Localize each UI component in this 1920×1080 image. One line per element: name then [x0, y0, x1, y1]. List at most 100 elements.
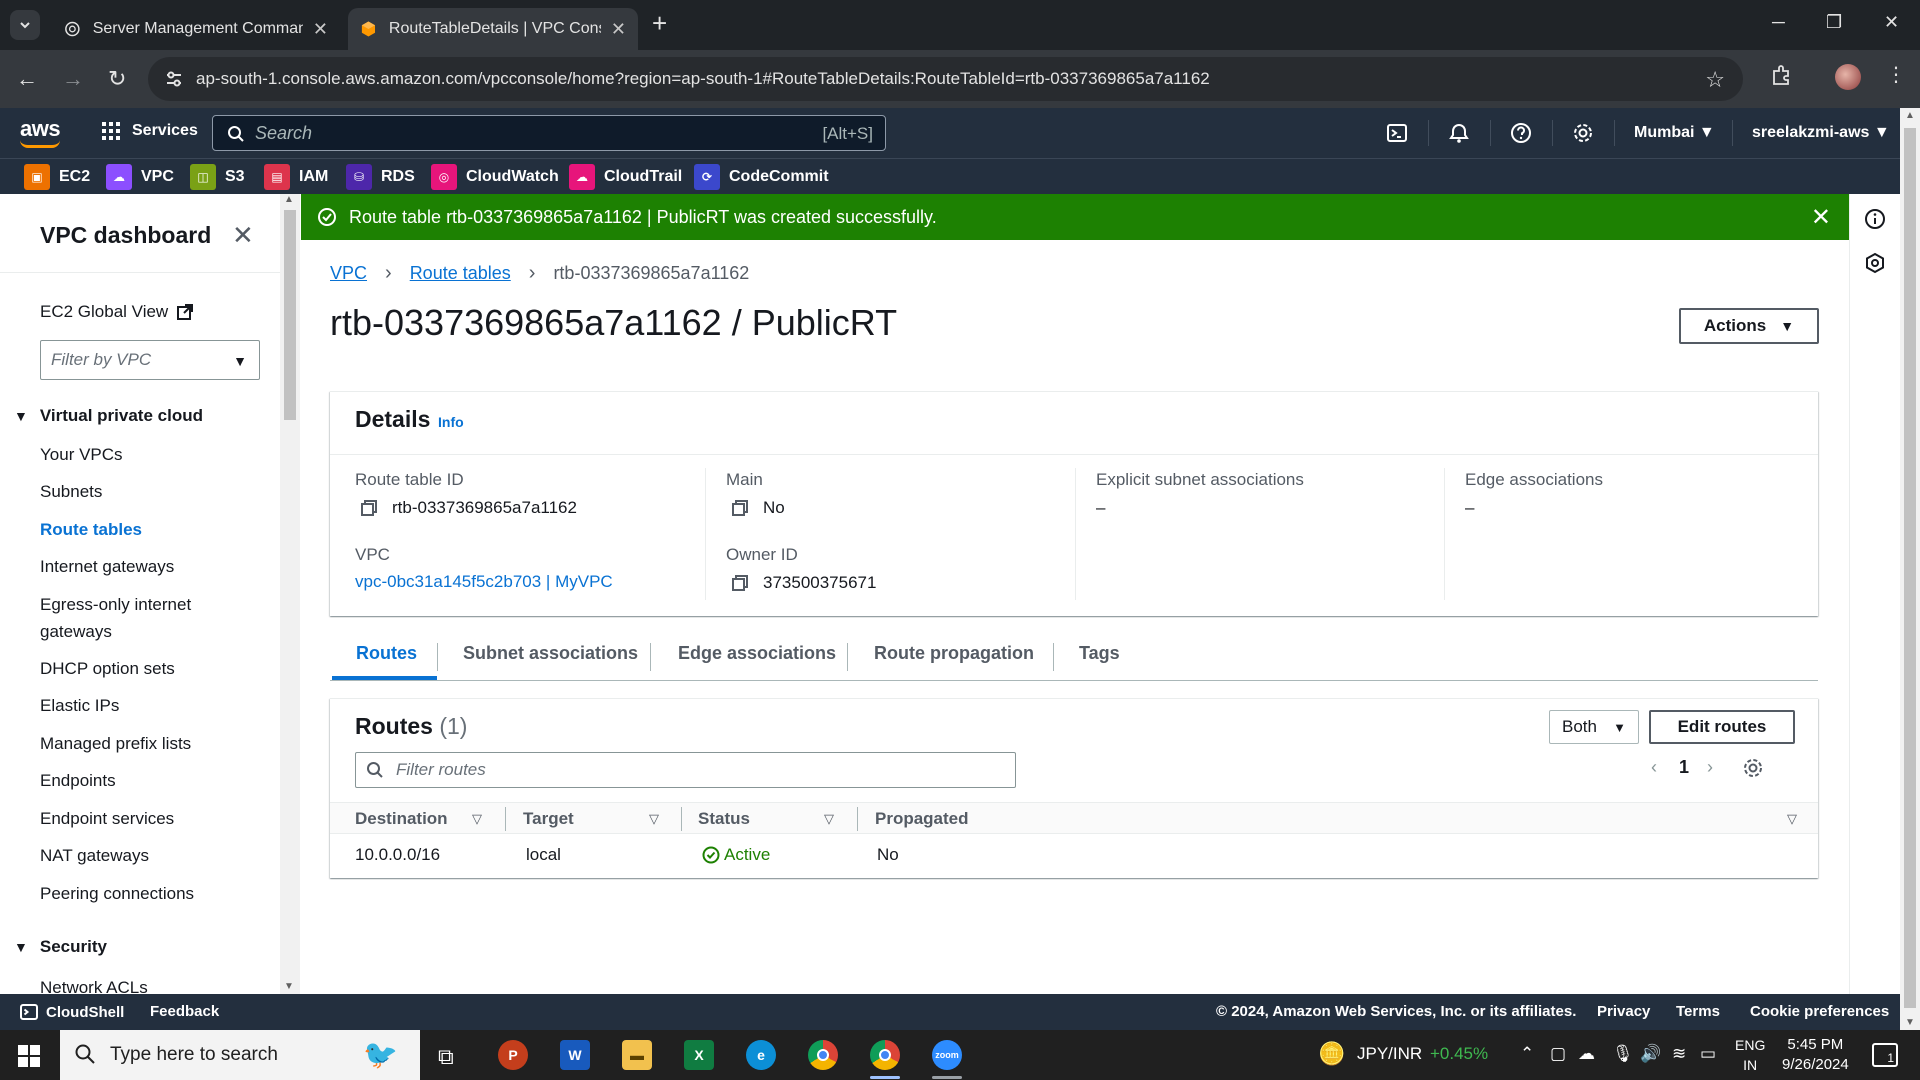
taskbar-search-box[interactable]: Type here to search 🐦 [60, 1030, 420, 1080]
battery-icon[interactable]: ▭ [1700, 1044, 1716, 1064]
favorite-cloudtrail[interactable]: ☁ CloudTrail [569, 164, 682, 190]
column-header-propagated[interactable]: Propagated [875, 809, 969, 829]
sort-icon[interactable]: ▽ [824, 811, 834, 827]
aws-logo[interactable]: aws [20, 116, 61, 148]
column-resizer[interactable] [857, 807, 858, 831]
tab-close-icon[interactable]: ✕ [313, 19, 328, 40]
restore-icon[interactable]: ❐ [1826, 12, 1842, 33]
word-icon[interactable]: W [560, 1040, 590, 1070]
column-resizer[interactable] [505, 807, 506, 831]
settings-gear-icon[interactable] [1572, 122, 1594, 144]
windows-start-icon[interactable] [18, 1045, 40, 1067]
cloudshell-icon[interactable] [1386, 122, 1408, 144]
sidebar-item-network-acls[interactable]: Network ACLs [40, 974, 240, 994]
speaker-icon[interactable]: 🔊 [1640, 1044, 1661, 1064]
wifi-icon[interactable]: ≋ [1672, 1044, 1686, 1064]
file-explorer-icon[interactable]: ▬ [622, 1040, 652, 1070]
sidebar-item-endpoint-services[interactable]: Endpoint services [40, 805, 240, 832]
page-scroll-thumb[interactable] [1904, 128, 1916, 1008]
sidebar-item-dhcp-option-sets[interactable]: DHCP option sets [40, 655, 240, 682]
tab-subnet-associations[interactable]: Subnet associations [463, 643, 638, 664]
sidebar-item-internet-gateways[interactable]: Internet gateways [40, 553, 240, 580]
info-panel-icon[interactable] [1864, 208, 1886, 230]
new-tab-button[interactable]: + [652, 8, 667, 39]
feedback-link[interactable]: Feedback [150, 1003, 219, 1020]
breadcrumb-route-tables[interactable]: Route tables [410, 263, 511, 284]
sort-icon[interactable]: ▽ [472, 811, 482, 827]
cookie-preferences-link[interactable]: Cookie preferences [1750, 1003, 1889, 1020]
onedrive-cloud-icon[interactable]: ☁ [1578, 1044, 1595, 1064]
sidebar-item-managed-prefix-lists[interactable]: Managed prefix lists [40, 730, 240, 757]
vpc-link[interactable]: vpc-0bc31a145f5c2b703 | MyVPC [355, 572, 613, 592]
favorite-codecommit[interactable]: ⟳ CodeCommit [694, 164, 829, 190]
pagination-prev-icon[interactable]: ‹ [1651, 757, 1657, 778]
tab-tags[interactable]: Tags [1079, 643, 1120, 664]
route-type-select[interactable]: Both ▼ [1549, 710, 1639, 744]
browser-menu-icon[interactable]: ⋮ [1886, 62, 1906, 87]
bookmark-star-icon[interactable]: ☆ [1705, 67, 1725, 93]
scroll-down-arrow-icon[interactable]: ▼ [1905, 1017, 1915, 1028]
info-link[interactable]: Info [438, 414, 464, 430]
sidebar-item-peering-connections[interactable]: Peering connections [40, 880, 240, 907]
ec2-global-view-link[interactable]: EC2 Global View [40, 302, 194, 322]
sidebar-item-elastic-ips[interactable]: Elastic IPs [40, 692, 240, 719]
favorite-s3[interactable]: ◫ S3 [190, 164, 245, 190]
scroll-up-arrow-icon[interactable]: ▲ [1905, 110, 1915, 121]
privacy-link[interactable]: Privacy [1597, 1003, 1650, 1020]
favorite-rds[interactable]: ⛁ RDS [346, 164, 415, 190]
table-preferences-gear-icon[interactable] [1742, 757, 1764, 779]
column-header-destination[interactable]: Destination [355, 809, 448, 829]
chrome-active-icon[interactable] [870, 1040, 900, 1070]
sidebar-scrollbar[interactable]: ▲ ▼ [280, 194, 300, 994]
browser-tab-server-management[interactable]: Server Management Command ✕ [52, 8, 340, 50]
page-scrollbar[interactable]: ▲ ▼ [1900, 108, 1920, 1030]
site-settings-icon[interactable] [164, 69, 184, 89]
edge-icon[interactable]: e [746, 1040, 776, 1070]
notifications-bell-icon[interactable] [1448, 122, 1470, 144]
flash-dismiss-icon[interactable]: ✕ [1811, 203, 1831, 232]
column-header-status[interactable]: Status [698, 809, 750, 829]
reload-icon[interactable]: ↻ [108, 66, 126, 92]
tab-routes[interactable]: Routes [356, 643, 417, 664]
column-header-target[interactable]: Target [523, 809, 574, 829]
favorite-iam[interactable]: ▤ IAM [264, 164, 328, 190]
profile-avatar[interactable] [1835, 64, 1861, 90]
scroll-down-arrow-icon[interactable]: ▼ [284, 981, 294, 992]
copy-icon[interactable] [731, 499, 749, 517]
scroll-up-arrow-icon[interactable]: ▲ [284, 194, 294, 205]
excel-icon[interactable]: X [684, 1040, 714, 1070]
sidebar-close-icon[interactable]: ✕ [232, 220, 254, 251]
services-menu[interactable]: Services [102, 122, 198, 140]
forward-arrow-icon[interactable]: → [62, 66, 84, 92]
vpc-filter-select[interactable]: Filter by VPC ▼ [40, 340, 260, 380]
address-bar[interactable]: ap-south-1.console.aws.amazon.com/vpccon… [148, 57, 1743, 101]
tab-edge-associations[interactable]: Edge associations [678, 643, 836, 664]
sidebar-item-nat-gateways[interactable]: NAT gateways [40, 842, 240, 869]
terms-link[interactable]: Terms [1676, 1003, 1720, 1020]
breadcrumb-vpc[interactable]: VPC [330, 263, 367, 284]
powerpoint-icon[interactable]: P [498, 1040, 528, 1070]
task-view-icon[interactable]: ⧉ [438, 1044, 454, 1070]
meet-now-icon[interactable]: ▢ [1550, 1044, 1566, 1064]
tab-search-button[interactable] [10, 10, 40, 40]
back-arrow-icon[interactable]: ← [16, 66, 38, 92]
favorite-ec2[interactable]: ▣ EC2 [24, 164, 90, 190]
region-selector[interactable]: Mumbai ▼ [1634, 124, 1715, 142]
tab-route-propagation[interactable]: Route propagation [874, 643, 1034, 664]
copy-icon[interactable] [731, 574, 749, 592]
filter-routes-input[interactable]: Filter routes [355, 752, 1016, 788]
microphone-icon[interactable]: 🎙 [1612, 1044, 1634, 1064]
window-close-icon[interactable]: ✕ [1884, 12, 1899, 33]
currency-pair[interactable]: JPY/INR [1357, 1044, 1422, 1064]
notification-center-icon[interactable]: 1 [1872, 1043, 1898, 1067]
sidebar-item-your-vpcs[interactable]: Your VPCs [40, 441, 240, 468]
pagination-page-number[interactable]: 1 [1679, 757, 1689, 778]
copy-icon[interactable] [360, 499, 378, 517]
account-menu[interactable]: sreelakzmi-aws ▼ [1752, 124, 1890, 142]
amazon-q-icon[interactable] [1864, 252, 1886, 274]
sidebar-item-egress-only-internet-gateways[interactable]: Egress-only internet gateways [40, 591, 240, 645]
sort-icon[interactable]: ▽ [1787, 811, 1797, 827]
pagination-next-icon[interactable]: › [1707, 757, 1713, 778]
sidebar-item-subnets[interactable]: Subnets [40, 478, 240, 505]
sidebar-item-endpoints[interactable]: Endpoints [40, 767, 240, 794]
